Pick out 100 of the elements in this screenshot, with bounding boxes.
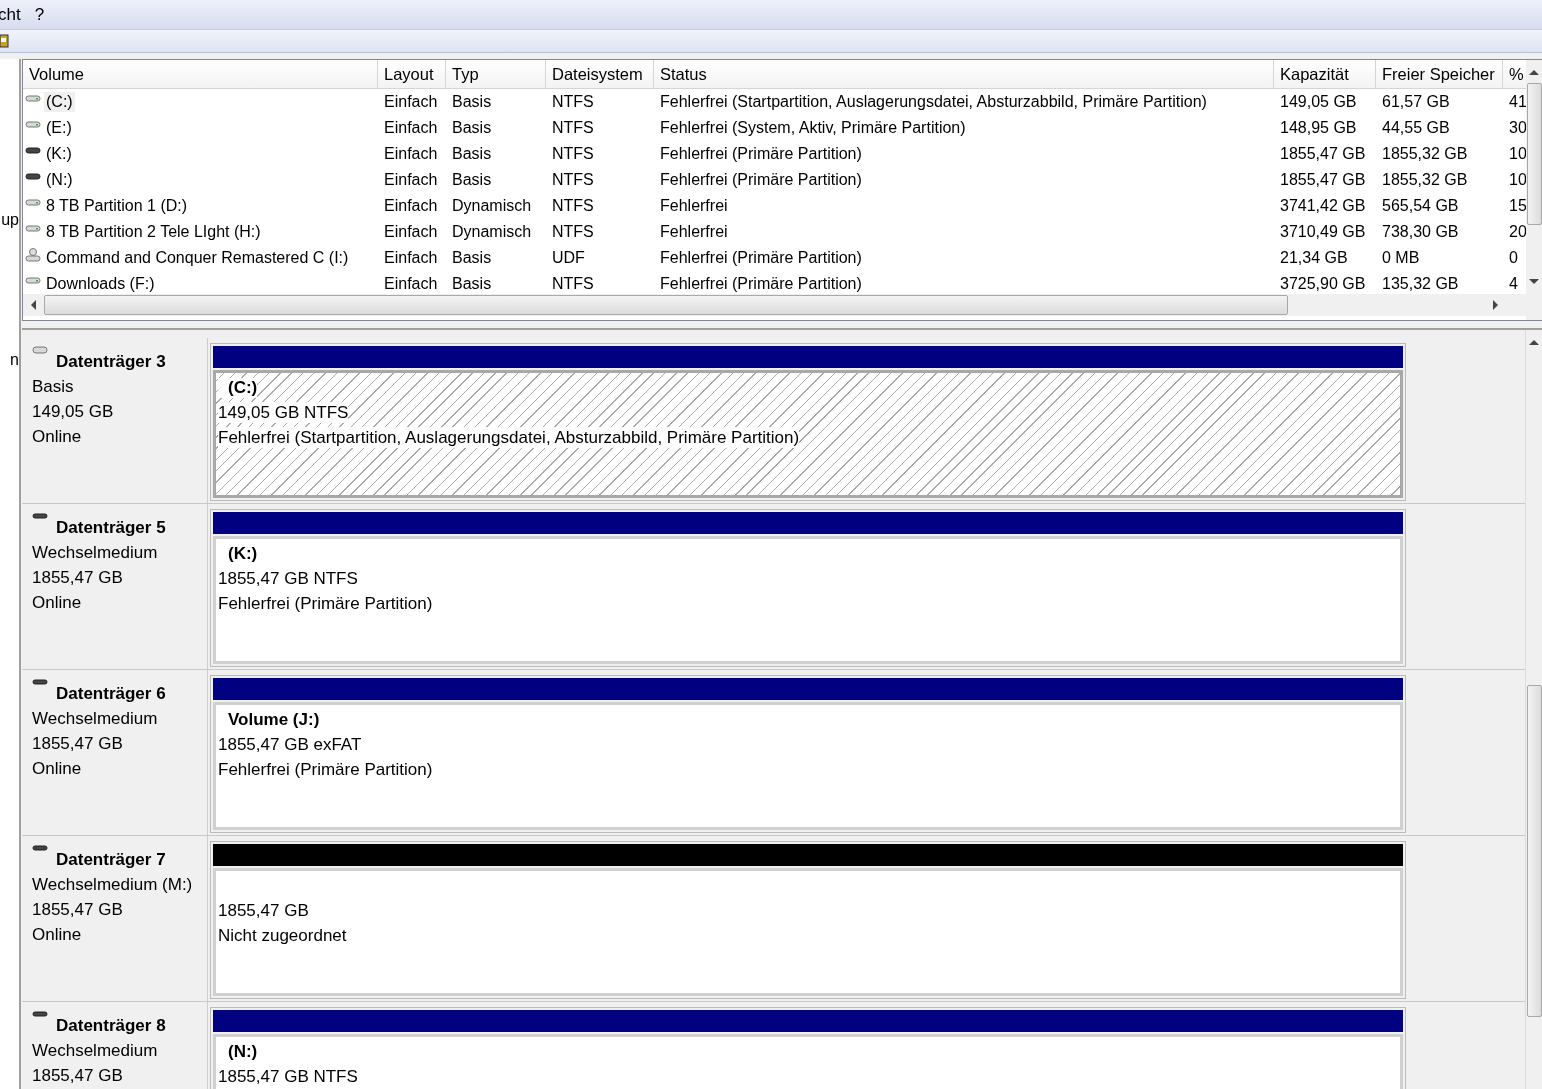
table-cell: Fehlerfrei (Primäre Partition) bbox=[660, 145, 862, 163]
column-header[interactable]: Volume bbox=[23, 60, 378, 88]
vertical-scrollbar[interactable] bbox=[1525, 330, 1542, 1089]
table-cell: NTFS bbox=[552, 275, 594, 293]
table-cell: 565,54 GB bbox=[1382, 197, 1459, 215]
drive-icon bbox=[32, 346, 48, 356]
partition-size: 1855,47 GB bbox=[218, 900, 309, 921]
disk-type: Wechselmedium bbox=[32, 542, 158, 563]
table-cell: 3725,90 GB bbox=[1280, 275, 1366, 293]
column-header[interactable]: Typ bbox=[446, 60, 546, 88]
drive-entry[interactable]: (E:) bbox=[44, 118, 74, 138]
table-cell: 21,34 GB bbox=[1280, 249, 1348, 267]
table-cell: Dynamisch bbox=[452, 223, 532, 241]
table-cell: 10 bbox=[1509, 171, 1526, 189]
table-cell: 61,57 GB bbox=[1382, 93, 1450, 111]
partition-label: (K:) bbox=[227, 544, 258, 564]
drive-icon bbox=[32, 512, 48, 522]
table-cell: Fehlerfrei (System, Aktiv, Primäre Partition) bbox=[660, 119, 966, 137]
table-cell: NTFS bbox=[552, 223, 594, 241]
column-header[interactable]: Kapazität bbox=[1274, 60, 1376, 88]
partition-status: Nicht zugeordnet bbox=[218, 925, 347, 946]
table-cell: 148,95 GB bbox=[1280, 119, 1357, 137]
table-cell: 1855,47 GB bbox=[1280, 145, 1366, 163]
column-header[interactable]: Status bbox=[654, 60, 1274, 88]
partition-block[interactable]: 1855,47 GB Nicht zugeordnet bbox=[210, 841, 1406, 999]
table-cell: Einfach bbox=[384, 93, 438, 111]
table-cell: 1855,47 GB bbox=[1280, 171, 1366, 189]
column-header[interactable]: Dateisystem bbox=[546, 60, 654, 88]
column-header[interactable]: Freier Speicher bbox=[1376, 60, 1503, 88]
pane-label: up bbox=[1, 211, 19, 229]
table-cell: 149,05 GB bbox=[1280, 93, 1357, 111]
disk-status: Online bbox=[32, 924, 82, 945]
table-cell: Fehlerfrei (Primäre Partition) bbox=[660, 249, 862, 267]
table-cell: Fehlerfrei (Primäre Partition) bbox=[660, 171, 862, 189]
table-cell: 738,30 GB bbox=[1382, 223, 1459, 241]
disk-name: Datenträger 3 bbox=[56, 352, 166, 372]
partition-block[interactable]: Volume (J:) 1855,47 GB exFAT Fehlerfrei (Primäre Partition) bbox=[210, 675, 1406, 833]
table-cell: Basis bbox=[452, 93, 492, 111]
partition-block[interactable]: (N:) 1855,47 GB NTFS bbox=[210, 1007, 1406, 1089]
drive-entry[interactable]: 8 TB Partition 1 (D:) bbox=[44, 196, 190, 216]
table-cell: NTFS bbox=[552, 197, 594, 215]
drive-icon bbox=[32, 844, 48, 854]
disk-size: 1855,47 GB bbox=[32, 1065, 123, 1086]
table-cell: Einfach bbox=[384, 197, 438, 215]
table-cell: 44,55 GB bbox=[1382, 119, 1450, 137]
pane-label: n bbox=[10, 351, 19, 369]
partition-label: (C:) bbox=[218, 378, 258, 398]
partition-status: Fehlerfrei (Startpartition, Auslagerungsdatei, Absturzabbild, Primäre Partition) bbox=[218, 427, 800, 448]
table-cell: 4 bbox=[1509, 275, 1518, 293]
horizontal-scrollbar[interactable] bbox=[23, 294, 1526, 316]
drive-entry[interactable]: Command and Conquer Remastered C (I:) bbox=[44, 248, 351, 268]
drive-entry[interactable]: (N:) bbox=[44, 170, 75, 190]
partition-label: (N:) bbox=[227, 1042, 258, 1062]
table-cell: Fehlerfrei bbox=[660, 223, 728, 241]
table-cell: 0 bbox=[1509, 249, 1518, 267]
partition-size: 1855,47 GB exFAT bbox=[218, 734, 362, 755]
disk-status: Online bbox=[32, 758, 82, 779]
table-cell: 1855,32 GB bbox=[1382, 145, 1468, 163]
table-cell: 3741,42 GB bbox=[1280, 197, 1366, 215]
table-cell: 15 bbox=[1509, 197, 1526, 215]
drive-entry[interactable]: 8 TB Partition 2 Tele LIght (H:) bbox=[44, 222, 263, 242]
partition-status: Fehlerfrei (Primäre Partition) bbox=[218, 759, 433, 780]
drive-entry[interactable]: (K:) bbox=[44, 144, 74, 164]
table-cell: Basis bbox=[452, 119, 492, 137]
table-cell: NTFS bbox=[552, 145, 594, 163]
table-cell: 30 bbox=[1509, 119, 1526, 137]
menu-item[interactable]: ? bbox=[34, 4, 45, 25]
table-cell: Basis bbox=[452, 275, 492, 293]
drive-entry[interactable]: Downloads (F:) bbox=[44, 274, 157, 294]
table-cell: Basis bbox=[452, 171, 492, 189]
disk-type: Wechselmedium bbox=[32, 708, 158, 729]
disk-size: 149,05 GB bbox=[32, 401, 114, 422]
partition-block[interactable]: (K:) 1855,47 GB NTFS Fehlerfrei (Primäre Partition) bbox=[210, 509, 1406, 667]
column-header[interactable]: Layout bbox=[378, 60, 446, 88]
disk-type: Basis bbox=[32, 376, 74, 397]
partition-block[interactable]: (C:) 149,05 GB NTFS Fehlerfrei (Startpartition, Auslagerungsdatei, Absturzabbild, Primäre Partition) bbox=[210, 343, 1406, 501]
table-cell: NTFS bbox=[552, 119, 594, 137]
disk-name: Datenträger 8 bbox=[56, 1016, 166, 1036]
table-cell: Einfach bbox=[384, 275, 438, 293]
disk-name: Datenträger 6 bbox=[56, 684, 166, 704]
table-cell: 10 bbox=[1509, 145, 1526, 163]
table-cell: UDF bbox=[552, 249, 585, 267]
partition-size: 149,05 GB NTFS bbox=[218, 402, 349, 423]
table-cell: Fehlerfrei (Primäre Partition) bbox=[660, 275, 862, 293]
table-cell: Basis bbox=[452, 145, 492, 163]
disk-type: Wechselmedium bbox=[32, 1040, 158, 1061]
table-cell: 20 bbox=[1509, 223, 1526, 241]
partition-status: Fehlerfrei (Primäre Partition) bbox=[218, 593, 433, 614]
disk-size: 1855,47 GB bbox=[32, 567, 123, 588]
disk-type: Wechselmedium (M:) bbox=[32, 874, 193, 895]
disk-size: 1855,47 GB bbox=[32, 899, 123, 920]
vertical-scrollbar[interactable] bbox=[1526, 60, 1542, 320]
table-cell: 0 MB bbox=[1382, 249, 1420, 267]
partition-label: Volume (J:) bbox=[227, 710, 320, 730]
table-cell: Einfach bbox=[384, 171, 438, 189]
table-cell: Einfach bbox=[384, 223, 438, 241]
table-cell: NTFS bbox=[552, 93, 594, 111]
table-cell: Basis bbox=[452, 249, 492, 267]
disk-status: Online bbox=[32, 426, 82, 447]
drive-entry[interactable]: (C:) bbox=[44, 92, 75, 112]
